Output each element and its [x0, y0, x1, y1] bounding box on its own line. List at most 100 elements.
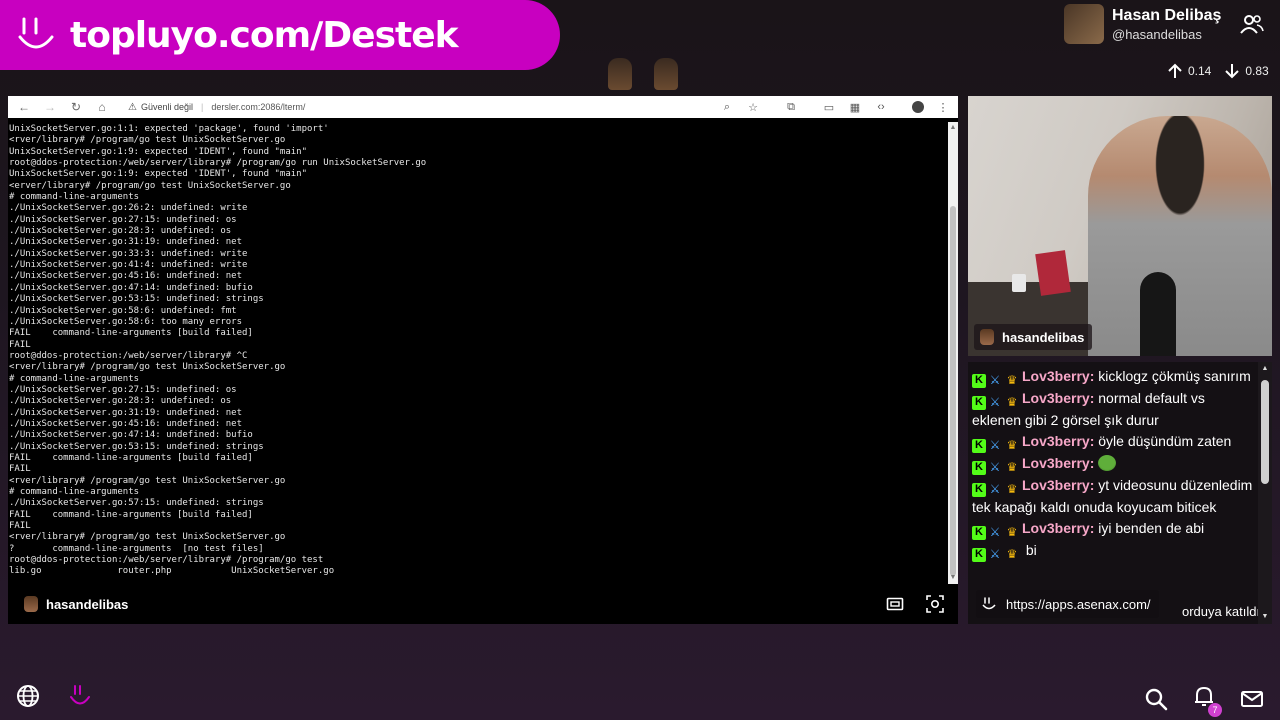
theater-mode-icon[interactable] — [886, 595, 904, 613]
profile-header[interactable]: Hasan Delibaş @hasandelibas — [1064, 4, 1221, 44]
terminal-line: ./UnixSocketServer.go:31:19: undefined: … — [9, 237, 242, 248]
chat-username[interactable]: Lov3berry: — [1022, 368, 1094, 384]
chat-scrollbar[interactable]: ▲ ▼ — [1258, 362, 1272, 624]
chat-text: bi — [1025, 541, 1037, 558]
webcam-person — [1088, 116, 1272, 356]
download-arrow-icon — [1225, 64, 1240, 79]
kick-badge-icon: K — [972, 525, 986, 540]
crown-badge-icon: ♛ — [1006, 481, 1018, 496]
apps-icon[interactable]: ▦ — [848, 100, 862, 114]
terminal-line: UnixSocketServer.go:1:9: expected 'IDENT… — [9, 169, 308, 180]
shared-browser-window: ← → ↻ ⌂ ⚠ Güvenli değil | dersler.com:20… — [8, 96, 958, 584]
avatar — [24, 596, 38, 612]
search-icon[interactable] — [1144, 687, 1168, 711]
terminal-line: root@ddos-protection:/web/server/library… — [9, 350, 248, 361]
terminal-scrollbar[interactable]: ▲ ▼ — [948, 122, 958, 584]
menu-icon[interactable]: ⋮ — [936, 100, 950, 114]
scroll-up-icon[interactable]: ▲ — [1261, 365, 1269, 373]
sword-badge-icon: ⚔ — [989, 459, 1001, 474]
crown-badge-icon: ♛ — [1006, 394, 1018, 409]
terminal-line: <erver/library# /program/go test UnixSoc… — [9, 180, 291, 191]
webcam-book — [1035, 250, 1071, 296]
terminal-line: UnixSocketServer.go:1:9: expected 'IDENT… — [9, 146, 308, 157]
sword-badge-icon: ⚔ — [989, 373, 1001, 387]
sword-badge-icon: ⚔ — [989, 394, 1001, 409]
extensions-icon[interactable]: ⧉ — [784, 100, 798, 114]
back-icon[interactable]: ← — [16, 99, 32, 115]
chat-message[interactable]: K ⚔ ♛ Lov3berry: iyi benden de abi — [972, 518, 1254, 540]
screenshot-icon[interactable] — [926, 595, 944, 613]
mail-icon[interactable] — [1240, 687, 1264, 711]
chat-badges: K ⚔ ♛ — [972, 525, 1020, 540]
chat-badges: K ⚔ ♛ — [972, 481, 1020, 497]
scroll-down-icon[interactable]: ▼ — [1261, 613, 1269, 621]
scrollbar-thumb[interactable] — [1261, 380, 1269, 484]
notifications-button[interactable]: 7 — [1192, 684, 1222, 717]
streamer-name[interactable]: hasandelibas — [46, 597, 128, 612]
security-indicator[interactable]: ⚠ Güvenli değil — [128, 102, 193, 113]
kick-badge-icon: K — [972, 547, 986, 562]
chat-message[interactable]: K ⚔ ♛ Lov3berry: — [972, 453, 1254, 475]
avatar — [980, 329, 994, 345]
crown-badge-icon: ♛ — [1006, 525, 1018, 540]
upload-arrow-icon — [1168, 63, 1182, 78]
terminal-line: <rver/library# /program/go test UnixSock… — [9, 135, 286, 146]
devtools-icon[interactable]: ‹› — [874, 100, 888, 114]
terminal-line: FAIL command-line-arguments [build faile… — [9, 328, 253, 339]
chat-username[interactable]: Lov3berry: — [1022, 390, 1094, 406]
warning-icon: ⚠ — [128, 101, 137, 113]
address-bar[interactable]: dersler.com:2086/lterm/ — [211, 102, 305, 112]
scroll-up-icon[interactable]: ▲ — [949, 124, 957, 132]
terminal-output[interactable]: UnixSocketServer.go:1:1: expected 'packa… — [8, 124, 946, 584]
browser-toolbar: ← → ↻ ⌂ ⚠ Güvenli değil | dersler.com:20… — [8, 96, 958, 118]
terminal-line: ? command-line-arguments [no test files] — [9, 543, 264, 554]
terminal-line: FAIL — [9, 464, 31, 475]
chat-text: iyi benden de abi — [1098, 520, 1205, 537]
chat-message[interactable]: K ⚔ ♛ Lov3berry: normal default vs eklenen … — [972, 388, 1254, 431]
terminal-line: ./UnixSocketServer.go:41:4: undefined: w… — [9, 260, 248, 271]
terminal-line: <rver/library# /program/go test UnixSock… — [9, 532, 286, 543]
terminal-line: root@ddos-protection:/web/server/library… — [9, 158, 427, 169]
terminal-line: FAIL command-line-arguments [build faile… — [9, 509, 253, 520]
tooltip-url: https://apps.asenax.com/ — [1006, 596, 1151, 612]
chat-message[interactable]: K ⚔ ♛ bi — [972, 540, 1254, 562]
people-icon[interactable] — [1240, 14, 1264, 34]
support-banner[interactable]: topluyo.com/Destek — [0, 0, 560, 70]
network-stats: 0.14 0.83 — [1166, 62, 1269, 80]
terminal-line: FAIL — [9, 521, 31, 532]
chat-message[interactable]: K ⚔ ♛ Lov3berry: kicklogz çökmüş sanırım — [972, 366, 1254, 388]
kick-badge-icon: K — [972, 482, 986, 497]
terminal-line: ./UnixSocketServer.go:33:3: undefined: w… — [9, 248, 248, 259]
notification-count-badge: 7 — [1208, 703, 1222, 717]
chat-username[interactable]: Lov3berry: — [1022, 455, 1094, 471]
globe-icon[interactable] — [16, 684, 40, 708]
security-label: Güvenli değil — [140, 102, 193, 112]
scroll-down-icon[interactable]: ▼ — [949, 574, 957, 582]
scrollbar-thumb[interactable] — [950, 206, 956, 576]
terminal-line: ./UnixSocketServer.go:53:15: undefined: … — [9, 441, 264, 452]
browser-profile-icon[interactable] — [912, 101, 924, 113]
terminal-line: # command-line-arguments — [9, 373, 140, 384]
terminal-line: ./UnixSocketServer.go:26:2: undefined: w… — [9, 203, 248, 214]
chat-text: kicklogz çökmüş sanırım — [1098, 368, 1251, 384]
bookmark-star-icon[interactable]: ☆ — [746, 100, 760, 114]
home-icon[interactable]: ⌂ — [94, 99, 110, 115]
chat-message[interactable]: K ⚔ ♛ Lov3berry: öyle düşündüm zaten — [972, 431, 1254, 453]
zoom-icon[interactable]: ⌕ — [720, 100, 734, 114]
chat-username[interactable]: Lov3berry: — [1022, 477, 1094, 493]
webcam-mug — [1012, 274, 1026, 292]
stream-info-bar: hasandelibas — [8, 584, 958, 624]
media-icon[interactable]: ▭ — [822, 100, 836, 114]
terminal-line: ./UnixSocketServer.go:31:19: undefined: … — [9, 407, 242, 418]
topluyo-home-icon[interactable] — [68, 684, 92, 708]
terminal-line: FAIL — [9, 339, 31, 350]
forward-icon[interactable]: → — [42, 99, 58, 115]
link-tooltip: https://apps.asenax.com/ — [976, 590, 1159, 618]
chat-username[interactable]: Lov3berry: — [1022, 520, 1094, 536]
chat-username[interactable]: Lov3berry: — [1022, 433, 1094, 449]
avatar — [1064, 4, 1104, 44]
chat-message[interactable]: K ⚔ ♛ Lov3berry: yt videosunu düzenledim te… — [972, 475, 1254, 518]
chat-text: öyle düşündüm zaten — [1098, 433, 1232, 450]
sword-badge-icon: ⚔ — [989, 438, 1001, 453]
reload-icon[interactable]: ↻ — [68, 99, 84, 115]
